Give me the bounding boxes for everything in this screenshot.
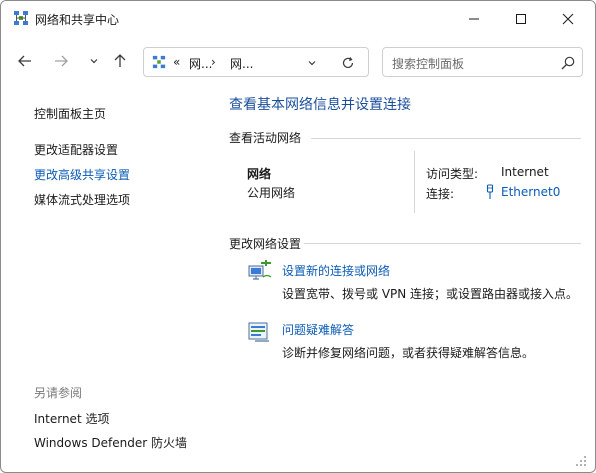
up-button[interactable]: [107, 47, 133, 75]
chevron-down-icon: [90, 59, 98, 64]
chevron-down-icon: [308, 61, 316, 66]
active-networks-divider: [311, 138, 581, 139]
troubleshoot-problems-description: 诊断并修复网络问题，或者获得疑难解答信息。: [282, 346, 535, 360]
resize-grip-icon[interactable]: [573, 453, 587, 467]
sidebar-item-media-streaming[interactable]: 媒体流式处理选项: [34, 191, 130, 208]
arrow-right-icon: [55, 55, 68, 67]
search-box[interactable]: 搜索控制面板: [382, 47, 583, 77]
address-segment-network[interactable]: 网...: [230, 55, 253, 72]
sidebar-item-advanced-sharing[interactable]: 更改高级共享设置: [34, 166, 130, 183]
see-also-internet-options[interactable]: Internet 选项: [34, 410, 109, 427]
close-icon: [562, 13, 574, 25]
refresh-button[interactable]: [340, 55, 356, 71]
sidebar-item-adapter-settings[interactable]: 更改适配器设置: [34, 141, 118, 158]
new-connection-icon: [248, 260, 272, 280]
network-profile-type: 公用网络: [247, 186, 296, 200]
maximize-icon: [516, 14, 526, 24]
search-placeholder[interactable]: 搜索控制面板: [392, 55, 464, 72]
address-bar[interactable]: « 网... › 网...: [143, 47, 369, 77]
sidebar-control-panel-home[interactable]: 控制面板主页: [34, 105, 106, 122]
change-settings-divider: [304, 243, 581, 244]
maximize-button[interactable]: [498, 1, 544, 37]
network-app-icon: [14, 11, 28, 25]
page-title: 查看基本网络信息并设置连接: [229, 97, 411, 113]
title-bar: 网络和共享中心: [1, 1, 595, 37]
window-title: 网络和共享中心: [35, 13, 120, 27]
connection-ethernet-link[interactable]: Ethernet0: [501, 185, 560, 199]
minimize-button[interactable]: [451, 1, 497, 37]
change-settings-heading: 更改网络设置: [229, 237, 302, 251]
setup-new-connection-link[interactable]: 设置新的连接或网络: [282, 262, 390, 279]
troubleshoot-problems-link[interactable]: 问题疑难解答: [282, 321, 354, 338]
connection-label: 连接:: [426, 187, 455, 201]
address-overflow-chevrons[interactable]: «: [173, 55, 180, 69]
forward-button[interactable]: [48, 47, 74, 75]
address-dropdown-button[interactable]: [304, 55, 320, 71]
refresh-icon: [342, 57, 354, 69]
active-networks-heading: 查看活动网络: [229, 131, 302, 145]
arrow-left-icon: [18, 55, 31, 67]
network-sharing-center-window: 网络和共享中心 « 网... › 网... 搜索控制面板 控制面板主页 更改适配…: [0, 0, 596, 473]
setup-new-connection-description: 设置宽带、拨号或 VPN 连接；或设置路由器或接入点。: [282, 287, 579, 301]
troubleshoot-icon: [248, 322, 269, 342]
see-also-defender-firewall[interactable]: Windows Defender 防火墙: [34, 434, 187, 451]
network-info-divider: [414, 151, 415, 213]
address-segment-control-panel[interactable]: 网...: [189, 55, 212, 72]
ethernet-icon: [486, 184, 494, 199]
see-also-heading: 另请参阅: [34, 386, 83, 400]
search-icon[interactable]: [560, 55, 576, 71]
access-type-value: Internet: [501, 165, 549, 179]
recent-locations-button[interactable]: [81, 47, 107, 75]
access-type-label: 访问类型:: [426, 167, 479, 181]
back-button[interactable]: [12, 47, 38, 75]
address-separator[interactable]: ›: [211, 55, 216, 69]
close-button[interactable]: [545, 1, 591, 37]
network-name: 网络: [247, 167, 272, 181]
arrow-up-icon: [114, 54, 126, 67]
navigation-bar: « 网... › 网... 搜索控制面板: [1, 41, 595, 81]
network-location-icon: [152, 55, 166, 69]
minimize-icon: [469, 18, 479, 20]
